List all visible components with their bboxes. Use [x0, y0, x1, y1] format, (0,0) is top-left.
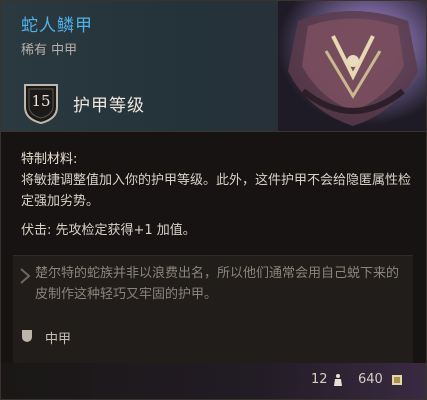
item-title: 蛇人鳞甲	[21, 16, 93, 36]
gold-icon	[391, 372, 403, 391]
price-value: 640	[358, 372, 383, 387]
armor-type-label: 中甲	[45, 332, 72, 347]
armor-class-row: 15 护甲等级	[21, 81, 145, 125]
item-artwork	[278, 1, 426, 131]
special-material-text: 将敏捷调整值加入你的护甲等级。此外，这件护甲不会给隐匿属性检定强加劣势。	[21, 173, 412, 209]
armor-type-row: 中甲	[21, 328, 71, 347]
special-material-heading: 特制材料:	[21, 152, 78, 167]
ambush-text: 伏击: 先攻检定获得+1 加值。	[21, 223, 196, 238]
armor-class-value: 15	[31, 92, 51, 110]
armor-class-label: 护甲等级	[73, 95, 145, 116]
shield-icon: 15	[21, 81, 61, 125]
flavor-text: 楚尔特的蛇族并非以浪费出名，所以他们通常会用自己蜕下来的皮制作这种轻巧又牢固的护…	[35, 266, 400, 302]
armor-type-icon	[21, 328, 33, 347]
item-tooltip: 蛇人鳞甲 稀有 中甲 15 护甲等级 特制材料: 将敏捷调整值加入你的护甲等级。…	[0, 0, 427, 400]
quote-icon	[19, 267, 31, 289]
weight-icon	[332, 372, 344, 391]
header-divider	[1, 131, 426, 132]
tooltip-header: 蛇人鳞甲 稀有 中甲 15 护甲等级	[1, 1, 426, 131]
weight-value: 12	[311, 372, 328, 387]
item-rarity-type: 稀有 中甲	[21, 43, 78, 58]
item-properties: 特制材料: 将敏捷调整值加入你的护甲等级。此外，这件护甲不会给隐匿属性检定强加劣…	[21, 149, 411, 241]
